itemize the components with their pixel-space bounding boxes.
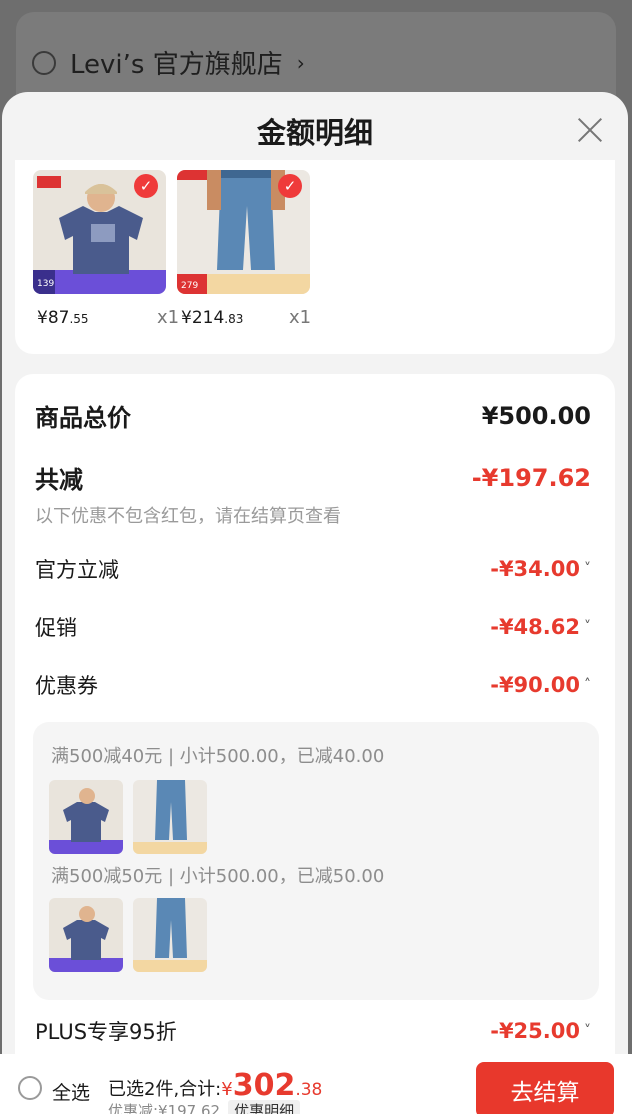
discount-item-value: -¥90.00	[490, 673, 580, 697]
discount-item-row[interactable]: 优惠券 -¥90.00 ˄	[35, 670, 591, 700]
checkout-summary: 已选2件,合计:¥302.38	[108, 1068, 323, 1103]
chevron-down-icon: ˅	[584, 1023, 591, 1039]
checkout-total: 302	[232, 1068, 296, 1103]
product-price: ¥214.83	[181, 308, 244, 328]
coupon-product-thumbnail	[133, 898, 207, 972]
product-price: ¥87.55	[37, 308, 89, 328]
product-item[interactable]: 279 ✓ ¥214.83 x1	[177, 170, 311, 328]
plus-discount-row[interactable]: PLUS专享95折 -¥25.00 ˅	[35, 1016, 591, 1046]
select-all-label[interactable]: 全选	[52, 1078, 90, 1105]
coupon-rule: 满500减50元 | 小计500.00，已减50.00	[51, 866, 385, 887]
selected-check-icon: ✓	[278, 174, 302, 198]
checkout-button[interactable]: 去结算	[476, 1062, 614, 1114]
chevron-down-icon: ˅	[584, 619, 591, 635]
discount-item-row[interactable]: 促销 -¥48.62 ˅	[35, 612, 591, 642]
chevron-up-icon: ˄	[584, 677, 591, 693]
total-price-value: ¥500.00	[481, 401, 591, 430]
coupon-details-box: 满500减40元 | 小计500.00，已减40.00 满500减50元 | 小…	[33, 722, 599, 1000]
coupon-rule: 满500减40元 | 小计500.00，已减40.00	[51, 746, 385, 767]
close-icon[interactable]	[574, 114, 606, 146]
amount-detail-sheet: 金额明细 139 ✓ ¥87.55 x1 279 ✓ ¥214.83 x1 商品…	[2, 92, 628, 1114]
product-quantity: x1	[289, 307, 312, 328]
discount-item-value: -¥34.00	[490, 557, 580, 581]
discount-detail-button[interactable]: 优惠明细	[228, 1100, 301, 1114]
selected-check-icon: ✓	[134, 174, 158, 198]
product-quantity: x1	[157, 307, 180, 328]
coupon-product-thumbnail	[133, 780, 207, 854]
product-jeans-image: 279 ✓	[177, 170, 310, 294]
discount-item-value: -¥48.62	[490, 615, 580, 639]
chevron-down-icon: ˅	[584, 561, 591, 577]
svg-text:139: 139	[37, 279, 54, 289]
selected-products-card: 139 ✓ ¥87.55 x1 279 ✓ ¥214.83 x1	[15, 160, 615, 354]
total-discount-value: -¥197.62	[471, 463, 591, 492]
discount-item-label: 促销	[35, 616, 77, 640]
discount-note: 以下优惠不包含红包，请在结算页查看	[35, 506, 341, 527]
sheet-header: 金额明细	[2, 92, 628, 170]
select-all-radio[interactable]	[18, 1076, 42, 1100]
total-discount-label: 共减	[35, 466, 83, 494]
product-tshirt-image: 139 ✓	[33, 170, 166, 294]
store-select-radio	[32, 50, 56, 75]
chevron-right-icon: ›	[296, 50, 305, 75]
plus-discount-label: PLUS专享95折	[35, 1020, 177, 1044]
total-price-row: 商品总价 ¥500.00	[35, 398, 591, 433]
store-row: Levi’s 官方旗舰店 ›	[32, 44, 305, 81]
amount-breakdown-card: 商品总价 ¥500.00 共减 -¥197.62 以下优惠不包含红包，请在结算页…	[15, 374, 615, 1114]
coupon-product-thumbnail	[49, 898, 123, 972]
total-discount-row: 共减 -¥197.62	[35, 460, 591, 495]
checkout-discount-summary: 优惠减:¥197.62 优惠明细	[108, 1100, 301, 1114]
discount-item-label: 优惠券	[35, 674, 98, 698]
store-name: Levi’s 官方旗舰店	[70, 50, 283, 80]
plus-discount-value: -¥25.00	[490, 1019, 580, 1043]
product-item[interactable]: 139 ✓ ¥87.55 x1	[33, 170, 179, 328]
svg-text:279: 279	[181, 281, 198, 291]
sheet-title: 金额明细	[256, 116, 373, 150]
discount-item-label: 官方立减	[35, 558, 119, 582]
total-price-label: 商品总价	[35, 404, 131, 432]
discount-item-row[interactable]: 官方立减 -¥34.00 ˅	[35, 554, 591, 584]
checkout-bar: 全选 已选2件,合计:¥302.38 优惠减:¥197.62 优惠明细 去结算	[0, 1054, 632, 1114]
coupon-product-thumbnail	[49, 780, 123, 854]
